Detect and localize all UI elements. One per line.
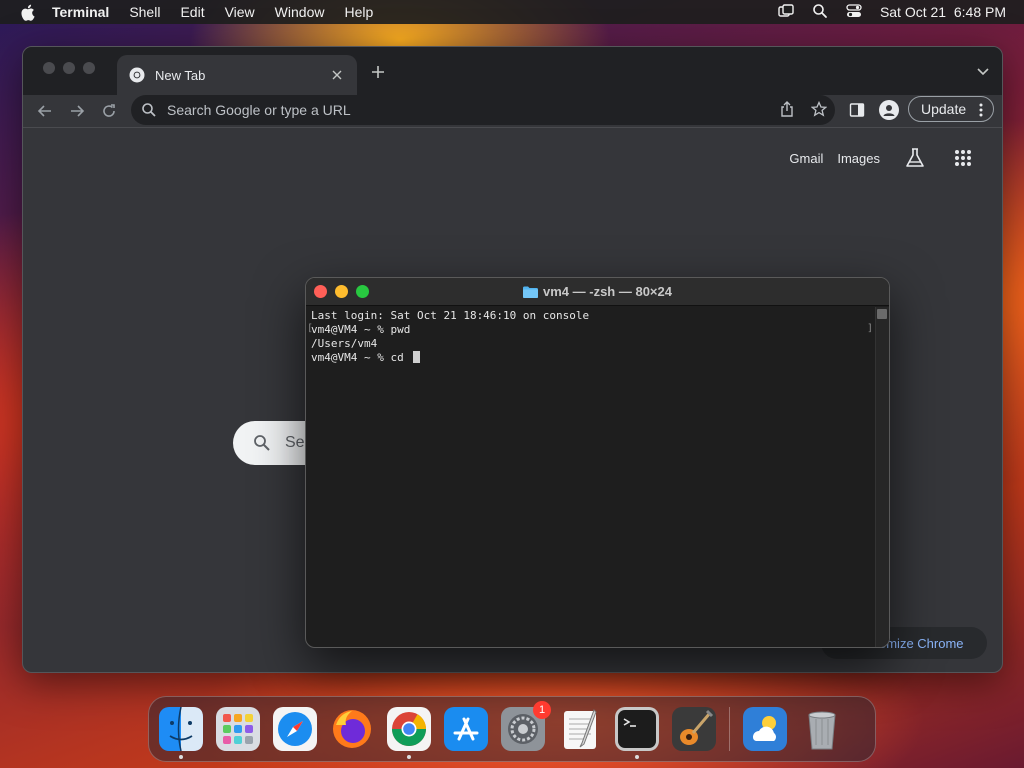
chrome-close-button[interactable] bbox=[43, 62, 55, 74]
chrome-favicon-icon bbox=[129, 67, 145, 83]
launchpad-icon bbox=[216, 707, 260, 751]
firefox-icon bbox=[333, 710, 371, 748]
terminal-scroll-thumb[interactable] bbox=[877, 309, 887, 319]
toolbar-divider bbox=[23, 127, 1002, 128]
dock-garageband[interactable] bbox=[672, 707, 716, 751]
update-button[interactable]: Update bbox=[908, 96, 994, 122]
menu-datetime[interactable]: Sat Oct 21 6:48 PM bbox=[880, 4, 1006, 20]
terminal-window: vm4 — -zsh — 80×24 [ ] Last login: Sat O… bbox=[305, 277, 890, 648]
gmail-link[interactable]: Gmail bbox=[789, 151, 823, 166]
dock-finder[interactable] bbox=[159, 707, 203, 759]
side-panel-icon[interactable] bbox=[849, 102, 865, 118]
dock-textedit[interactable] bbox=[558, 707, 602, 751]
garageband-guitar-icon bbox=[672, 707, 716, 751]
terminal-line: /Users/vm4 bbox=[311, 337, 378, 350]
menu-bar: Terminal Shell Edit View Window Help Sat… bbox=[0, 0, 1024, 24]
new-tab-plus-icon[interactable] bbox=[369, 63, 387, 81]
customize-chrome-label: omize Chrome bbox=[879, 635, 964, 651]
menu-shell[interactable]: Shell bbox=[129, 4, 160, 20]
dock-launchpad[interactable] bbox=[216, 707, 260, 751]
notification-badge: 1 bbox=[533, 701, 551, 719]
back-arrow-icon[interactable] bbox=[35, 101, 55, 121]
terminal-window-controls bbox=[314, 285, 369, 298]
terminal-line-current: vm4@VM4 ~ % cd bbox=[311, 351, 870, 365]
menu-app-name[interactable]: Terminal bbox=[52, 4, 109, 20]
safari-icon bbox=[273, 707, 317, 751]
app-store-icon bbox=[444, 707, 488, 751]
omnibox-input[interactable] bbox=[167, 102, 747, 118]
menu-edit[interactable]: Edit bbox=[180, 4, 204, 20]
share-icon[interactable] bbox=[779, 101, 795, 117]
terminal-minimize-button[interactable] bbox=[335, 285, 348, 298]
terminal-cursor bbox=[413, 351, 421, 363]
labs-flask-icon[interactable] bbox=[904, 147, 926, 169]
profile-avatar-icon[interactable] bbox=[879, 100, 899, 120]
terminal-prompt-input[interactable]: vm4@VM4 ~ % cd bbox=[311, 351, 410, 364]
spotlight-search-icon[interactable] bbox=[812, 3, 828, 22]
terminal-output[interactable]: Last login: Sat Oct 21 18:46:10 on conso… bbox=[306, 307, 875, 647]
ntp-search-icon bbox=[254, 435, 270, 451]
chrome-window-controls bbox=[43, 62, 95, 74]
apple-icon[interactable] bbox=[18, 3, 36, 21]
forward-arrow-icon[interactable] bbox=[67, 101, 87, 121]
folder-icon bbox=[523, 286, 538, 298]
menu-view[interactable]: View bbox=[225, 4, 255, 20]
terminal-close-button[interactable] bbox=[314, 285, 327, 298]
terminal-title: vm4 — -zsh — 80×24 bbox=[523, 284, 672, 299]
dock-separator bbox=[729, 707, 730, 751]
dock-firefox[interactable] bbox=[330, 707, 374, 751]
dock-weather[interactable] bbox=[743, 707, 787, 751]
update-label: Update bbox=[921, 101, 967, 117]
bookmark-star-icon[interactable] bbox=[811, 101, 827, 117]
terminal-line: vm4@VM4 ~ % pwd bbox=[311, 323, 411, 336]
images-link[interactable]: Images bbox=[837, 151, 880, 166]
omnibox[interactable] bbox=[131, 95, 835, 125]
tab-new-tab[interactable]: New Tab bbox=[117, 55, 357, 95]
dock-terminal[interactable] bbox=[615, 707, 659, 759]
menu-help[interactable]: Help bbox=[344, 4, 373, 20]
google-apps-grid-icon[interactable] bbox=[954, 149, 972, 167]
dock-trash[interactable] bbox=[800, 707, 844, 751]
omnibox-search-icon bbox=[142, 103, 156, 117]
terminal-icon bbox=[615, 707, 659, 751]
chrome-menu-dots-icon[interactable] bbox=[979, 103, 983, 117]
dock: 1 bbox=[148, 696, 876, 762]
terminal-title-text: vm4 — -zsh — 80×24 bbox=[543, 284, 672, 299]
menu-window[interactable]: Window bbox=[275, 4, 325, 20]
screen-mirroring-icon[interactable] bbox=[778, 3, 794, 22]
dock-system-settings[interactable]: 1 bbox=[501, 701, 551, 751]
terminal-line: Last login: Sat Oct 21 18:46:10 on conso… bbox=[311, 309, 590, 322]
running-indicator bbox=[407, 755, 411, 759]
dock-chrome[interactable] bbox=[387, 707, 431, 759]
chrome-toolbar: Update bbox=[23, 95, 1002, 127]
tab-title: New Tab bbox=[155, 67, 206, 83]
textedit-icon bbox=[564, 709, 597, 749]
tab-close-icon[interactable] bbox=[329, 67, 345, 83]
running-indicator bbox=[635, 755, 639, 759]
reload-icon[interactable] bbox=[99, 101, 119, 121]
chrome-minimize-button[interactable] bbox=[63, 62, 75, 74]
control-center-icon[interactable] bbox=[846, 3, 862, 22]
finder-icon bbox=[159, 707, 203, 751]
tab-search-chevron-icon[interactable] bbox=[976, 65, 990, 79]
dock-safari[interactable] bbox=[273, 707, 317, 751]
weather-icon bbox=[743, 707, 787, 751]
terminal-titlebar[interactable]: vm4 — -zsh — 80×24 bbox=[306, 278, 889, 306]
dock-app-store[interactable] bbox=[444, 707, 488, 751]
chrome-tabstrip: New Tab bbox=[23, 47, 1002, 95]
chrome-icon bbox=[387, 707, 431, 751]
trash-icon bbox=[808, 711, 836, 750]
running-indicator bbox=[179, 755, 183, 759]
chrome-zoom-button[interactable] bbox=[83, 62, 95, 74]
terminal-zoom-button[interactable] bbox=[356, 285, 369, 298]
terminal-scrollbar[interactable] bbox=[875, 307, 889, 647]
ntp-top-links: Gmail Images bbox=[789, 147, 972, 169]
